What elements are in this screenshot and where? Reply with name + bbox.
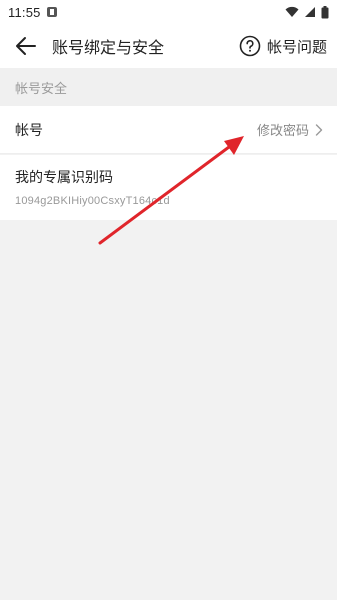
identification-code-row[interactable]: 我的专属识别码 1094g2BKIHiy00CsxyT164c1d (0, 155, 337, 220)
account-help-label: 帐号问题 (266, 37, 327, 56)
chevron-right-icon (315, 123, 323, 136)
battery-icon (321, 5, 329, 18)
status-time: 11:55 (8, 4, 41, 20)
account-help-button[interactable]: 帐号问题 (239, 24, 327, 68)
screen: 11:55 账号绑定与安全 帐号问题 帐号安全 帐号 修改密码 我的专属识别码 … (0, 0, 337, 600)
change-password-label: 修改密码 (256, 124, 309, 139)
back-button[interactable] (4, 24, 48, 68)
status-right (285, 5, 329, 19)
notification-app-icon (46, 7, 57, 17)
signal-icon (305, 7, 315, 17)
change-password-button[interactable]: 修改密码 (257, 120, 323, 139)
page-title: 账号绑定与安全 (52, 38, 165, 57)
status-bar: 11:55 (0, 0, 337, 24)
identification-code-label: 我的专属识别码 (15, 170, 113, 186)
account-row: 帐号 修改密码 (0, 106, 337, 154)
arrow-left-icon (16, 37, 36, 55)
account-label: 帐号 (15, 122, 43, 139)
status-left: 11:55 (8, 5, 57, 20)
identification-code-value: 1094g2BKIHiy00CsxyT164c1d (15, 195, 170, 207)
header: 账号绑定与安全 帐号问题 (0, 24, 337, 68)
wifi-icon (285, 6, 299, 17)
question-circle-icon (239, 35, 261, 57)
section-header-account-security: 帐号安全 (0, 68, 337, 106)
section-title: 帐号安全 (15, 81, 68, 97)
